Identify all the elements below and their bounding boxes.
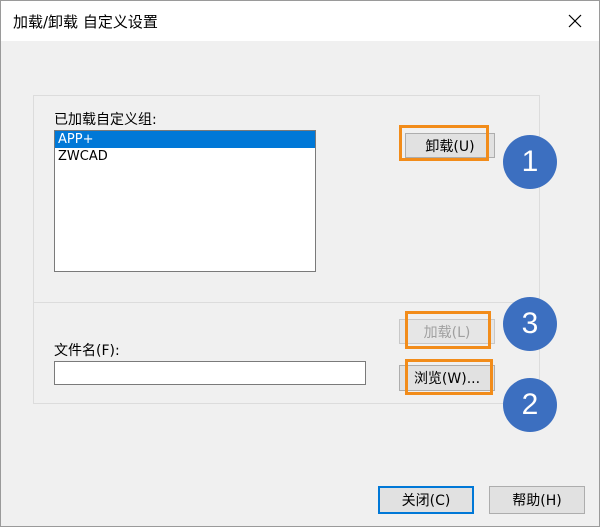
browse-button[interactable]: 浏览(W)...: [399, 365, 495, 391]
step-badge-2: 2: [503, 378, 557, 432]
step-badge-1: 1: [503, 135, 557, 189]
list-item[interactable]: ZWCAD: [55, 148, 315, 165]
close-window-button[interactable]: [557, 5, 593, 37]
loaded-groups-label: 已加载自定义组:: [54, 112, 157, 128]
loaded-groups-listbox[interactable]: APP+ ZWCAD: [54, 130, 316, 272]
file-name-input[interactable]: [54, 361, 366, 385]
window-title: 加载/卸载 自定义设置: [13, 13, 158, 31]
close-button[interactable]: 关闭(C): [378, 486, 474, 514]
panel-divider: [33, 302, 540, 303]
help-button[interactable]: 帮助(H): [489, 486, 585, 514]
dialog-window: 加载/卸载 自定义设置 已加载自定义组: APP+ ZWCAD 卸载(U) 1 …: [0, 0, 600, 527]
file-name-label: 文件名(F):: [54, 343, 120, 359]
unload-button[interactable]: 卸载(U): [405, 133, 495, 158]
close-icon: [568, 14, 582, 28]
load-button[interactable]: 加载(L): [399, 319, 495, 344]
step-badge-3: 3: [503, 297, 557, 351]
title-bar: 加载/卸载 自定义设置: [1, 1, 599, 41]
list-item[interactable]: APP+: [55, 131, 315, 148]
